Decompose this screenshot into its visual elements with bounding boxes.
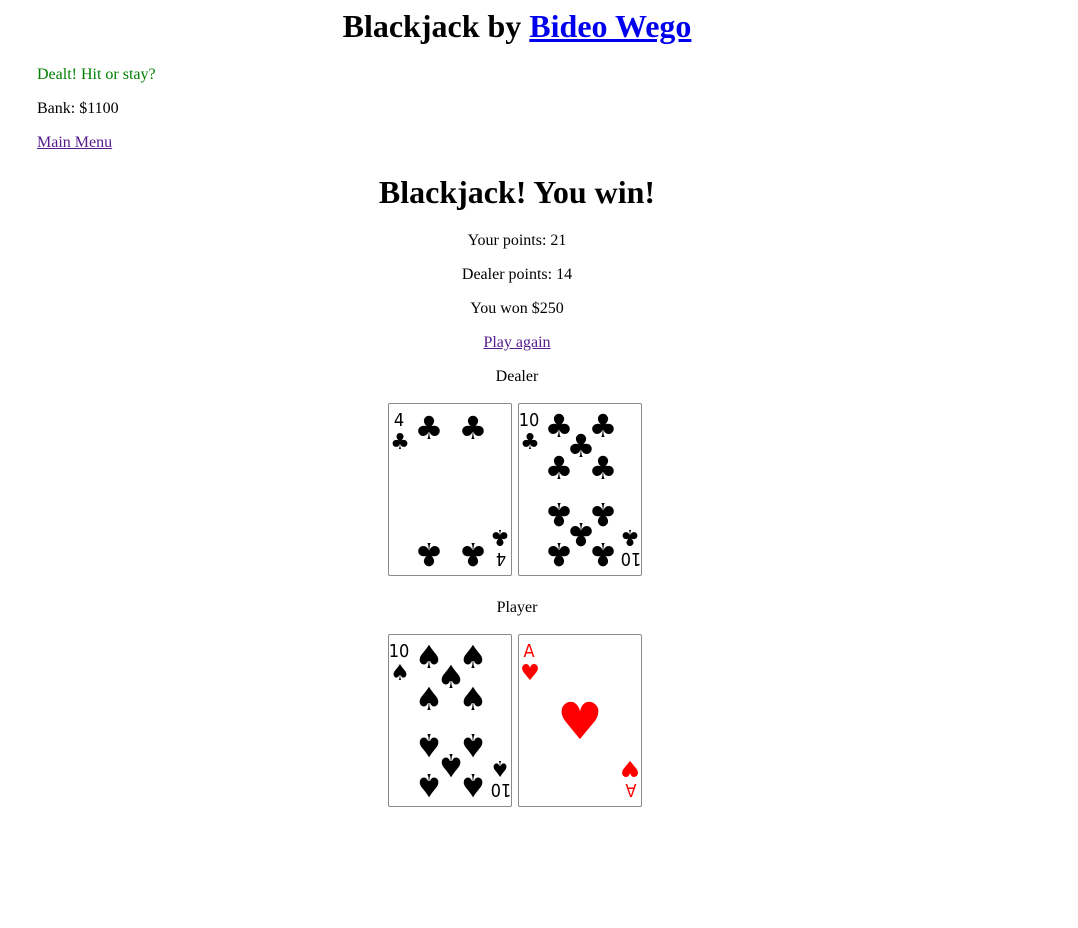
spades-icon: ♠ xyxy=(390,661,410,686)
page-title: Blackjack by Bideo Wego xyxy=(0,6,1034,46)
clubs-icon: ♣ xyxy=(490,524,510,549)
hearts-pip-icon: ♥ xyxy=(557,692,603,752)
card-rank-bottom: A xyxy=(625,779,636,800)
card-face: A♥A♥♥ xyxy=(520,641,640,800)
clubs-pip-icon: ♣ xyxy=(545,535,574,573)
status-message: Dealt! Hit or stay? xyxy=(37,66,156,83)
main-menu-link[interactable]: Main Menu xyxy=(37,134,112,152)
play-again-link[interactable]: Play again xyxy=(483,334,550,351)
card-rank-top: 10 xyxy=(389,641,409,662)
clubs-icon: ♣ xyxy=(620,524,640,549)
player-hand: 10 ♠ 10 ♠ ♠ ♠ ♠ ♠ ♠ ♠ ♠ ♠ ♠ ♠ A ♥ A ♥ ♥ xyxy=(388,634,642,807)
spades-pip-icon: ♠ xyxy=(459,680,488,718)
card-face: 4♣4♣♣ ♣♣ ♣ xyxy=(390,409,510,573)
dealer-card-2: 10 ♣ 10 ♣ ♣ ♣ ♣ ♣ ♣ ♣ ♣ ♣ ♣ ♣ xyxy=(518,403,642,576)
clubs-pip-icon: ♣ xyxy=(415,535,444,573)
clubs-icon: ♣ xyxy=(390,430,410,455)
spades-pip-icon: ♠ xyxy=(459,766,488,804)
clubs-pip-icon: ♣ xyxy=(545,449,574,487)
dealer-points: Dealer points: 14 xyxy=(461,266,573,283)
card-rank-bottom: 10 xyxy=(491,779,511,800)
card-rank-top: 4 xyxy=(394,410,404,431)
card-rank-top: 10 xyxy=(519,410,539,431)
hearts-icon: ♥ xyxy=(620,755,640,780)
clubs-icon: ♣ xyxy=(520,430,540,455)
card-face: 10♣10♣♣ ♣♣♣ ♣♣ ♣♣♣ ♣ xyxy=(519,407,641,573)
card-rank-top: A xyxy=(523,641,534,662)
author-link[interactable]: Bideo Wego xyxy=(529,8,691,44)
clubs-pip-icon: ♣ xyxy=(589,449,618,487)
clubs-pip-icon: ♣ xyxy=(459,409,488,447)
clubs-pip-icon: ♣ xyxy=(459,535,488,573)
player-card-2: A ♥ A ♥ ♥ xyxy=(518,634,642,807)
dealer-label: Dealer xyxy=(495,368,539,385)
play-again-row: Play again xyxy=(0,333,1034,353)
card-rank-bottom: 10 xyxy=(621,548,641,569)
page-title-prefix: Blackjack by xyxy=(342,8,530,44)
dealer-card-1: 4 ♣ 4 ♣ ♣ ♣ ♣ ♣ xyxy=(388,403,512,576)
card-face: 10♠10♠♠ ♠♠♠ ♠♠ ♠♠♠ ♠ xyxy=(389,638,511,804)
player-card-1: 10 ♠ 10 ♠ ♠ ♠ ♠ ♠ ♠ ♠ ♠ ♠ ♠ ♠ xyxy=(388,634,512,807)
spades-pip-icon: ♠ xyxy=(415,680,444,718)
spades-icon: ♠ xyxy=(490,755,510,780)
bank-balance: Bank: $1100 xyxy=(37,100,119,117)
card-rank-bottom: 4 xyxy=(496,548,506,569)
your-points: Your points: 21 xyxy=(467,232,567,249)
spades-pip-icon: ♠ xyxy=(415,766,444,804)
hearts-icon: ♥ xyxy=(520,661,540,686)
winnings: You won $250 xyxy=(470,300,564,317)
result-heading: Blackjack! You win! xyxy=(378,174,656,210)
clubs-pip-icon: ♣ xyxy=(415,409,444,447)
player-label: Player xyxy=(496,599,538,616)
dealer-hand: 4 ♣ 4 ♣ ♣ ♣ ♣ ♣ 10 ♣ 10 ♣ ♣ ♣ ♣ ♣ ♣ ♣ ♣ ♣ ♣ ♣ xyxy=(388,403,642,576)
clubs-pip-icon: ♣ xyxy=(589,535,618,573)
